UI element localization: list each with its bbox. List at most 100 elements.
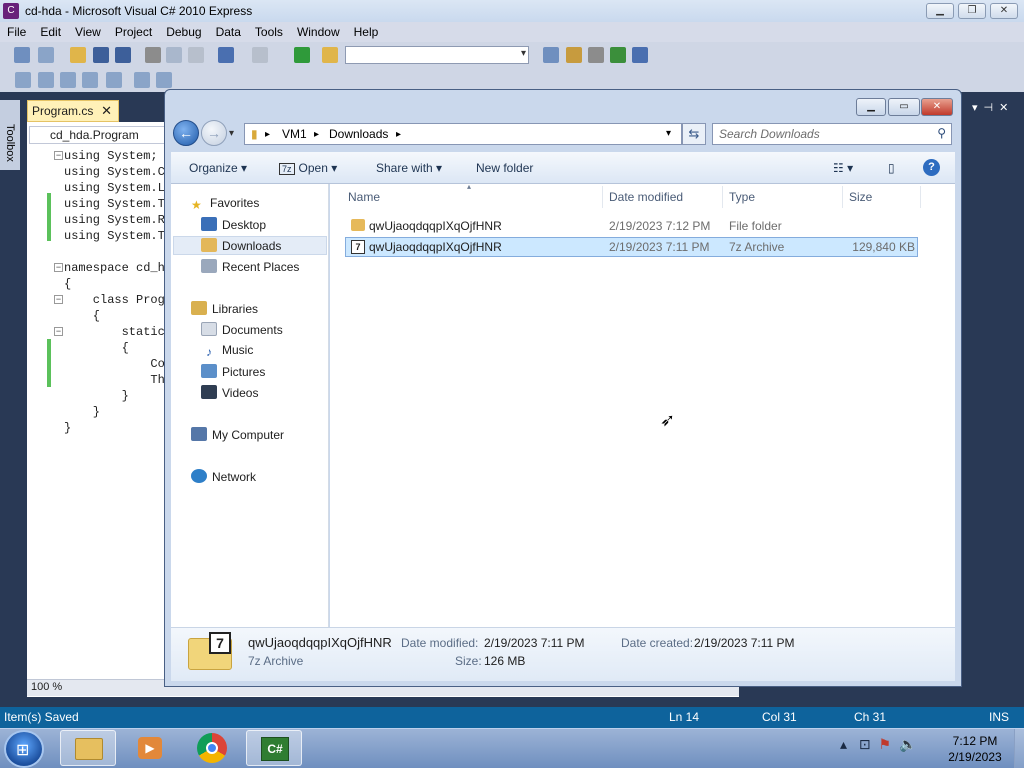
column-name[interactable]: Name (348, 190, 380, 204)
column-divider[interactable] (920, 186, 921, 208)
nav-downloads[interactable]: Downloads (201, 238, 281, 253)
breadcrumb-downloads[interactable]: Downloads (329, 127, 388, 141)
fold-toggle[interactable]: − (54, 151, 63, 160)
address-dropdown-icon[interactable]: ▾ (666, 128, 671, 139)
search-input[interactable]: Search Downloads ⚲ (712, 123, 952, 145)
pane-close-icon[interactable]: ✕ (999, 102, 1014, 114)
breadcrumb-separator-icon[interactable]: ▸ (314, 129, 319, 140)
save-all-icon[interactable] (115, 47, 131, 63)
taskbar-explorer[interactable] (60, 730, 116, 766)
back-button[interactable]: ← (173, 120, 199, 146)
breadcrumb-separator-icon[interactable]: ▸ (396, 129, 401, 140)
menu-help[interactable]: Help (347, 25, 386, 39)
menu-data[interactable]: Data (209, 25, 248, 39)
nav-libraries[interactable]: Libraries (191, 301, 258, 316)
toolbox-icon[interactable] (632, 47, 648, 63)
nav-pictures[interactable]: Pictures (201, 364, 265, 379)
breadcrumb-vm1[interactable]: VM1 (282, 127, 307, 141)
column-size[interactable]: Size (849, 190, 872, 204)
undo-icon[interactable] (218, 47, 234, 63)
fold-toggle[interactable]: − (54, 263, 63, 272)
close-tab-icon[interactable]: ✕ (101, 103, 112, 119)
start-debugging-icon[interactable] (294, 47, 310, 63)
fold-toggle[interactable]: − (54, 295, 63, 304)
redo-icon[interactable] (252, 47, 268, 63)
show-desktop-button[interactable] (1014, 729, 1024, 768)
object-members-icon[interactable] (15, 72, 31, 88)
menu-debug[interactable]: Debug (159, 25, 208, 39)
start-page-icon[interactable] (610, 47, 626, 63)
properties-icon[interactable] (566, 47, 582, 63)
toolbox-tab[interactable]: Toolbox (0, 100, 20, 170)
explorer-close-button[interactable]: ✕ (921, 98, 953, 116)
add-item-icon[interactable] (38, 47, 54, 63)
change-view-icon[interactable]: ☷ ▾ (833, 161, 853, 175)
column-divider[interactable] (842, 186, 843, 208)
nav-desktop[interactable]: Desktop (201, 217, 266, 232)
zoom-level[interactable]: 100 % (31, 681, 62, 693)
word-completion-icon[interactable] (82, 72, 98, 88)
preview-pane-icon[interactable]: ▯ (888, 161, 895, 175)
address-bar[interactable]: ▮ ▸ VM1 ▸ Downloads ▸ ▾ (244, 123, 682, 145)
recent-pages-icon[interactable]: ▾ (229, 128, 234, 139)
search-icon[interactable]: ⚲ (937, 126, 946, 140)
share-with-button[interactable]: Share with ▾ (376, 161, 442, 175)
volume-icon[interactable]: 🔈 (899, 736, 916, 752)
tools-icon[interactable] (588, 47, 604, 63)
type-navigation-combo[interactable]: cd_hda.Program (29, 126, 165, 144)
forward-button[interactable]: → (201, 120, 227, 146)
menu-project[interactable]: Project (108, 25, 159, 39)
show-hidden-icons-icon[interactable]: ▴ (840, 736, 847, 752)
solution-explorer-icon[interactable] (543, 47, 559, 63)
new-folder-button[interactable]: New folder (476, 161, 533, 175)
table-row-selected[interactable]: 7 qwUjaoqdqqpIXqOjfHNR 2/19/2023 7:11 PM… (345, 237, 918, 257)
taskbar-chrome[interactable] (184, 730, 240, 766)
quick-info-icon[interactable] (60, 72, 76, 88)
pin-icon[interactable]: ⊣ (984, 102, 1000, 114)
taskbar-media-player[interactable]: ▶ (122, 730, 178, 766)
open-file-icon[interactable] (70, 47, 86, 63)
clock[interactable]: 7:12 PM 2/19/2023 (940, 733, 1010, 765)
find-combo[interactable] (345, 46, 529, 64)
vs-minimize-button[interactable]: ▁ (926, 3, 954, 19)
tab-program-cs[interactable]: Program.cs ✕ (27, 100, 119, 122)
nav-my-computer[interactable]: My Computer (191, 427, 284, 442)
nav-music[interactable]: ♪ Music (201, 343, 253, 359)
nav-network[interactable]: Network (191, 469, 256, 484)
increase-indent-icon[interactable] (156, 72, 172, 88)
explorer-minimize-button[interactable]: ▁ (856, 98, 886, 116)
find-in-files-icon[interactable] (322, 47, 338, 63)
parameter-info-icon[interactable] (38, 72, 54, 88)
nav-videos[interactable]: Videos (201, 385, 258, 400)
vs-close-button[interactable]: ✕ (990, 3, 1018, 19)
paste-icon[interactable] (188, 47, 204, 63)
breadcrumb-separator-icon[interactable]: ▸ (265, 129, 270, 140)
save-icon[interactable] (93, 47, 109, 63)
vs-restore-button[interactable]: ❐ (958, 3, 986, 19)
menu-view[interactable]: View (68, 25, 108, 39)
column-divider[interactable] (602, 186, 603, 208)
menu-file[interactable]: File (0, 25, 33, 39)
pane-dropdown-icon[interactable]: ▾ (972, 102, 984, 114)
table-row[interactable]: qwUjaoqdqqpIXqOjfHNR 2/19/2023 7:12 PM F… (345, 216, 918, 236)
column-date-modified[interactable]: Date modified (609, 190, 683, 204)
fold-toggle[interactable]: − (54, 327, 63, 336)
start-button[interactable]: ⊞ (4, 730, 44, 768)
action-center-icon[interactable]: ⚑ (879, 736, 892, 752)
nav-documents[interactable]: Documents (201, 322, 283, 337)
explorer-maximize-button[interactable]: ▭ (888, 98, 920, 116)
comment-lines-icon[interactable] (106, 72, 122, 88)
menu-window[interactable]: Window (290, 25, 347, 39)
column-divider[interactable] (722, 186, 723, 208)
new-project-icon[interactable] (14, 47, 30, 63)
column-type[interactable]: Type (729, 190, 755, 204)
organize-button[interactable]: Organize ▾ (189, 161, 247, 175)
network-tray-icon[interactable]: ⊡ (859, 736, 871, 752)
nav-favorites[interactable]: ★ Favorites (191, 196, 259, 212)
taskbar-visual-csharp[interactable]: C# (246, 730, 302, 766)
open-button[interactable]: 7z Open ▾ (279, 161, 337, 175)
cut-icon[interactable] (145, 47, 161, 63)
menu-edit[interactable]: Edit (33, 25, 68, 39)
nav-recent-places[interactable]: Recent Places (201, 259, 299, 274)
help-icon[interactable]: ? (923, 159, 940, 176)
